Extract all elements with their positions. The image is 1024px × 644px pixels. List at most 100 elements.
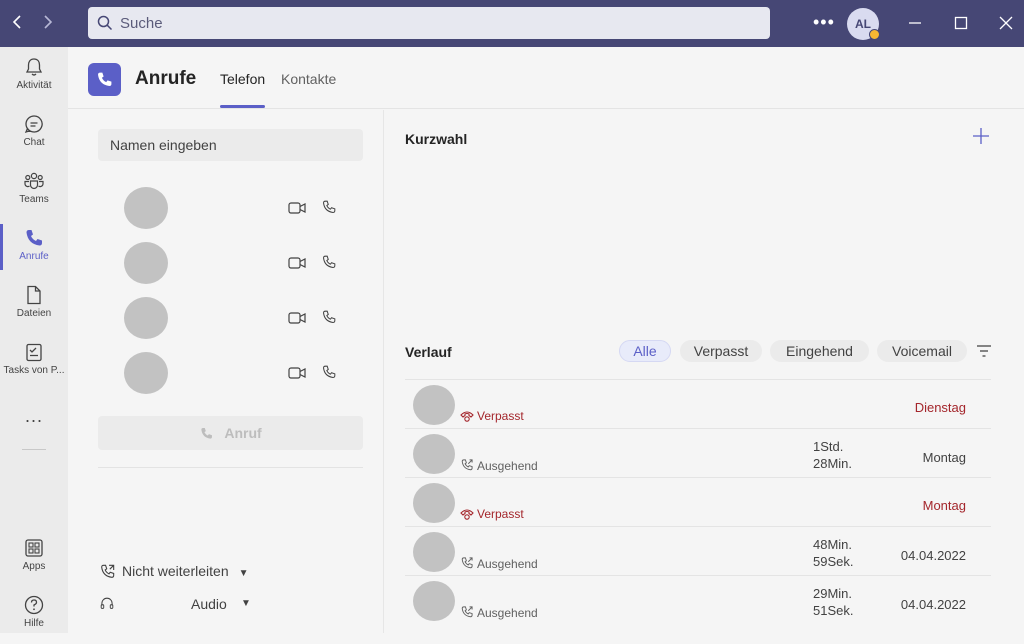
call-history-row[interactable]: Ausgehend 1Std. 28Min. Montag (405, 428, 991, 477)
call-history-row[interactable]: Ausgehend 29Min. 51Sek. 04.04.2022 (405, 575, 991, 624)
filter-voicemail[interactable]: Voicemail (877, 340, 967, 362)
rail-item-chat[interactable]: Chat (0, 113, 68, 163)
speed-contact-row[interactable] (124, 297, 344, 341)
search-input[interactable] (118, 7, 758, 39)
video-call-icon[interactable] (288, 256, 306, 270)
rail-label: Tasks von P... (3, 365, 65, 376)
rail-item-hilfe[interactable]: Hilfe (0, 594, 68, 644)
rail-label: Chat (23, 137, 45, 148)
rail-item-apps[interactable]: Apps (0, 537, 68, 587)
filter-verpasst[interactable]: Verpasst (680, 340, 762, 362)
call-status: Ausgehend (460, 605, 538, 620)
call-date: Dienstag (914, 400, 966, 415)
video-call-icon[interactable] (288, 366, 306, 380)
maximize-icon[interactable] (952, 14, 970, 32)
more-apps-icon[interactable]: ... (0, 406, 68, 427)
chevron-down-icon: ▼ (238, 568, 249, 579)
call-history-row[interactable]: Verpasst Montag (405, 477, 991, 526)
rail-item-aktivitaet[interactable]: Aktivität (0, 56, 68, 106)
phone-icon[interactable] (321, 309, 337, 325)
rail-item-teams[interactable]: Teams (0, 170, 68, 220)
divider (98, 467, 363, 468)
add-speed-dial-icon[interactable] (971, 126, 991, 146)
title-bar: ••• AL (0, 0, 1024, 47)
call-duration: 48Min. 59Sek. (813, 536, 873, 570)
avatar (413, 483, 455, 523)
audio-device-dropdown[interactable]: Audio ▼ (99, 596, 259, 612)
tab-telefon[interactable]: Telefon (220, 71, 265, 87)
call-status-label: Verpasst (477, 507, 524, 521)
outgoing-call-icon (461, 557, 473, 569)
avatar (413, 532, 455, 572)
call-duration: 29Min. 51Sek. (813, 585, 873, 619)
duration-line: 48Min. (813, 537, 853, 552)
speed-contact-row[interactable] (124, 242, 344, 286)
phone-icon[interactable] (321, 254, 337, 270)
tab-active-indicator (220, 105, 265, 108)
page-header: Anrufe Telefon Kontakte (68, 47, 1024, 109)
filter-alle[interactable]: Alle (619, 340, 671, 362)
call-status-label: Ausgehend (477, 459, 538, 473)
rail-label: Dateien (16, 308, 52, 319)
missed-call-icon (460, 411, 474, 422)
rail-label: Aktivität (16, 80, 52, 91)
speed-dial-title: Kurzwahl (405, 131, 468, 147)
call-status: Verpasst (460, 409, 524, 423)
filter-icon[interactable] (976, 344, 992, 358)
search-icon (97, 15, 113, 31)
call-duration (813, 487, 873, 504)
speed-contact-row[interactable] (124, 187, 344, 231)
call-date: 04.04.2022 (900, 597, 966, 612)
audio-label: Audio (191, 596, 227, 612)
rail-label: Apps (22, 561, 46, 572)
call-status-label: Ausgehend (477, 606, 538, 620)
chat-icon (24, 115, 43, 134)
rail-item-tasks[interactable]: Tasks von P... (0, 341, 68, 391)
avatar (124, 352, 168, 394)
avatar (413, 434, 455, 474)
phone-icon[interactable] (321, 199, 337, 215)
call-history-row[interactable]: Verpasst Dienstag (405, 379, 991, 428)
duration-line: 59Sek. (813, 554, 854, 569)
call-status-label: Verpasst (477, 409, 524, 423)
speed-contact-row[interactable] (124, 352, 344, 396)
bell-icon (25, 58, 43, 76)
phone-icon[interactable] (321, 364, 337, 380)
tab-kontakte[interactable]: Kontakte (281, 71, 336, 87)
duration-line: 51Sek. (813, 603, 854, 618)
search-bar[interactable] (88, 7, 770, 39)
rail-item-anrufe[interactable]: Anrufe (0, 227, 68, 277)
file-icon (27, 285, 41, 305)
call-button[interactable]: Anruf (98, 416, 363, 450)
close-icon[interactable] (997, 14, 1015, 32)
dialer-panel: Anruf Nicht weiterleiten ▼ Audio ▼ (68, 110, 384, 633)
call-forwarding-dropdown[interactable]: Nicht weiterleiten ▼ (99, 563, 249, 580)
teams-icon (24, 172, 44, 190)
rail-label: Hilfe (23, 618, 44, 629)
forward-label: Nicht weiterleiten (122, 563, 229, 579)
call-date: Montag (922, 450, 966, 465)
filter-eingehend[interactable]: Eingehend (770, 340, 869, 362)
back-arrow-icon[interactable] (9, 13, 27, 31)
help-icon (24, 595, 44, 615)
call-history-row[interactable]: Ausgehend 48Min. 59Sek. 04.04.2022 (405, 526, 991, 575)
phone-icon (26, 230, 42, 246)
calls-main-panel: Kurzwahl Verlauf Alle Verpasst Eingehend… (385, 110, 1024, 633)
minimize-icon[interactable] (906, 14, 924, 32)
name-input[interactable] (98, 129, 363, 161)
more-options-icon[interactable]: ••• (813, 12, 835, 33)
video-call-icon[interactable] (288, 311, 306, 325)
history-title: Verlauf (405, 344, 452, 360)
outgoing-call-icon (461, 459, 473, 471)
call-status: Verpasst (460, 507, 524, 521)
forward-arrow-icon[interactable] (38, 13, 56, 31)
duration-line: 28Min. (813, 456, 853, 471)
calls-app-icon (88, 63, 121, 96)
video-call-icon[interactable] (288, 201, 306, 215)
forward-call-icon (101, 564, 115, 578)
rail-item-dateien[interactable]: Dateien (0, 284, 68, 334)
headset-icon (100, 597, 114, 609)
chevron-down-icon: ▼ (241, 598, 251, 609)
outgoing-call-icon (461, 606, 473, 618)
call-history-list: Verpasst Dienstag Ausgehend 1Std. 28Min. … (405, 379, 991, 633)
